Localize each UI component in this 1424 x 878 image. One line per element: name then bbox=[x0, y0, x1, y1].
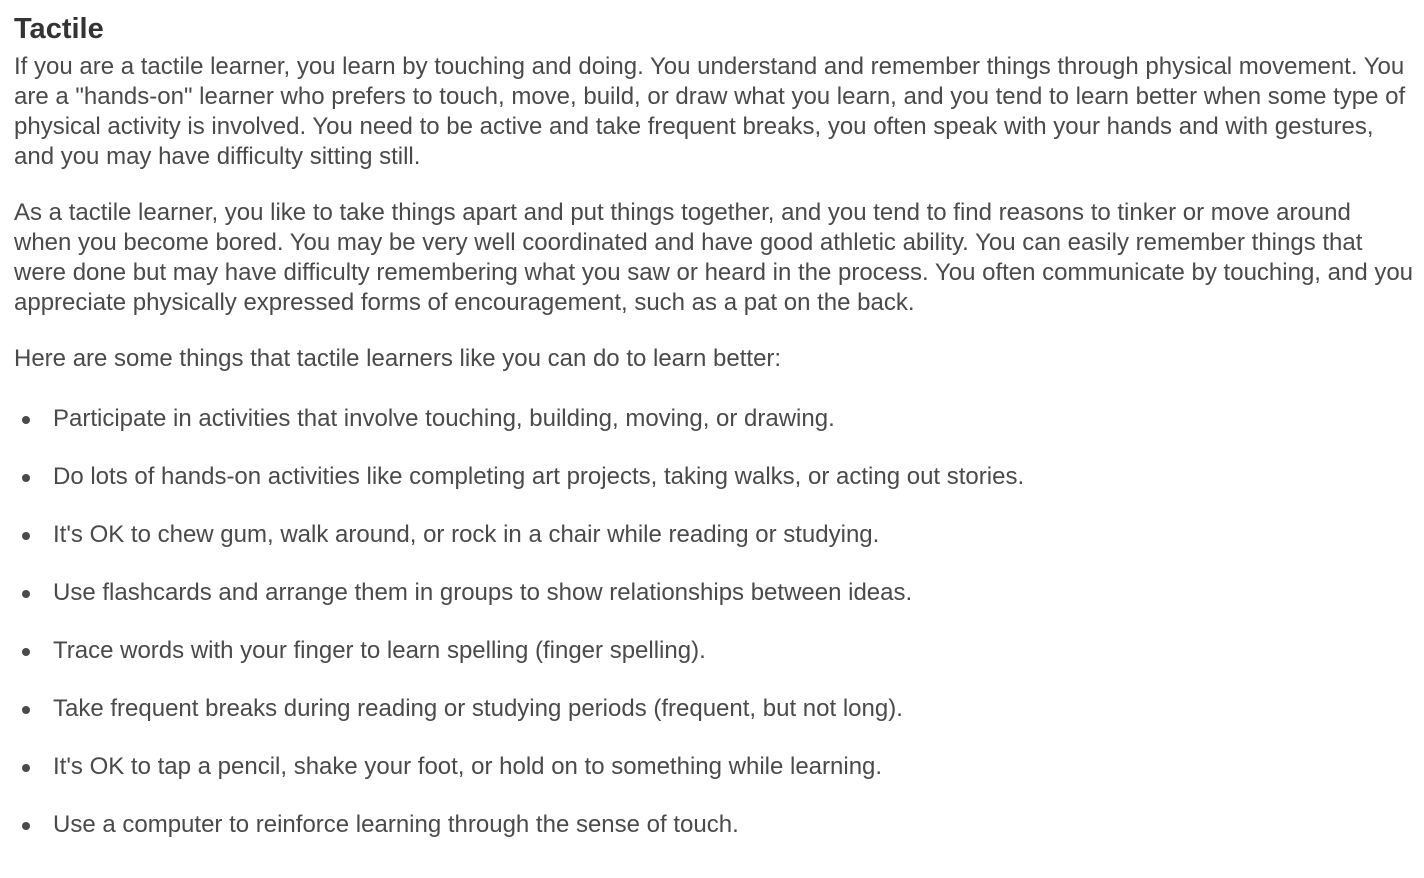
bullet-icon bbox=[22, 590, 30, 598]
bullet-icon bbox=[22, 822, 30, 830]
list-item-text: Trace words with your finger to learn sp… bbox=[53, 637, 706, 664]
bullet-icon bbox=[22, 416, 30, 424]
list-item-text: It's OK to tap a pencil, shake your foot… bbox=[53, 753, 883, 780]
list-item: Participate in activities that involve t… bbox=[14, 404, 1414, 434]
bullet-icon bbox=[22, 764, 30, 772]
list-item-text: It's OK to chew gum, walk around, or roc… bbox=[53, 521, 880, 548]
description-paragraph: As a tactile learner, you like to take t… bbox=[14, 199, 1414, 316]
list-item-text: Participate in activities that involve t… bbox=[53, 405, 835, 432]
bullet-icon bbox=[22, 648, 30, 656]
tips-intro: Here are some things that tactile learne… bbox=[14, 345, 782, 372]
list-item-text: Take frequent breaks during reading or s… bbox=[53, 695, 903, 722]
list-item: Trace words with your finger to learn sp… bbox=[14, 636, 1414, 666]
list-item-text: Use a computer to reinforce learning thr… bbox=[53, 811, 739, 838]
article: Tactile If you are a tactile learner, yo… bbox=[14, 10, 1414, 868]
bullet-icon bbox=[22, 532, 30, 540]
tips-list: Participate in activities that involve t… bbox=[14, 404, 1414, 840]
bullet-icon bbox=[22, 474, 30, 482]
list-item: It's OK to tap a pencil, shake your foot… bbox=[14, 752, 1414, 782]
list-item-text: Do lots of hands-on activities like comp… bbox=[53, 463, 1025, 490]
page-title: Tactile bbox=[14, 13, 104, 45]
list-item: Use a computer to reinforce learning thr… bbox=[14, 810, 1414, 840]
list-item: It's OK to chew gum, walk around, or roc… bbox=[14, 520, 1414, 550]
list-item: Use flashcards and arrange them in group… bbox=[14, 578, 1414, 608]
list-item-text: Use flashcards and arrange them in group… bbox=[53, 579, 913, 606]
list-item: Do lots of hands-on activities like comp… bbox=[14, 462, 1414, 492]
list-item: Take frequent breaks during reading or s… bbox=[14, 694, 1414, 724]
description-paragraph: If you are a tactile learner, you learn … bbox=[14, 53, 1406, 170]
bullet-icon bbox=[22, 706, 30, 714]
